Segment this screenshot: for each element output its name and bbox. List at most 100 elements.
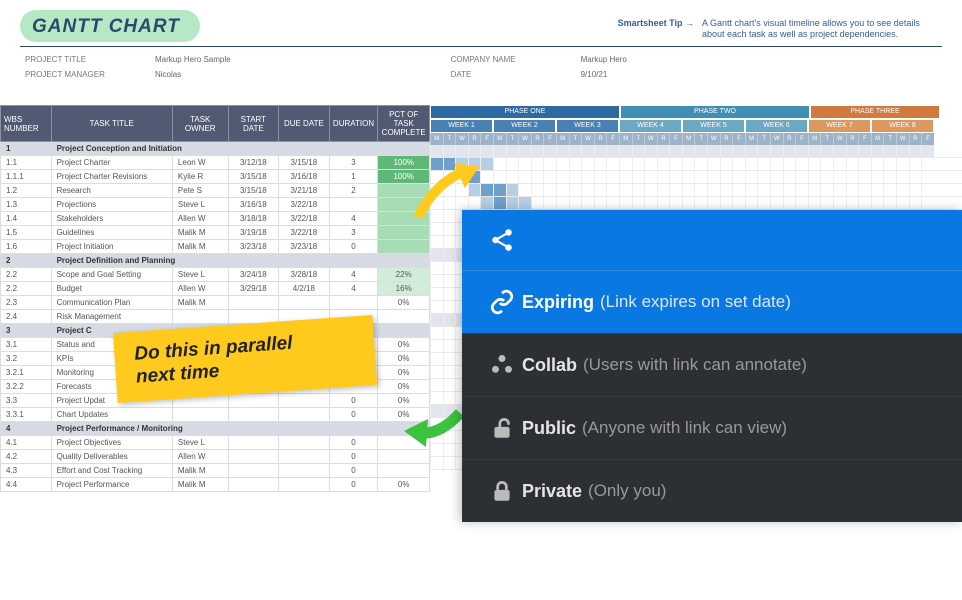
gantt-row	[430, 158, 962, 171]
table-row[interactable]: 3.3.1Chart Updates00%	[1, 408, 430, 422]
col-task: TASK TITLE	[51, 106, 172, 142]
table-row[interactable]: 1.2ResearchPete S3/15/183/21/182	[1, 184, 430, 198]
table-row[interactable]: 4Project Performance / Monitoring	[1, 422, 430, 436]
col-wbs: WBS NUMBER	[1, 106, 52, 142]
day-label: W	[455, 133, 468, 145]
share-desc: (Only you)	[588, 481, 666, 501]
day-label: T	[632, 133, 645, 145]
week-label: WEEK 8	[871, 119, 934, 133]
col-start: START DATE	[228, 106, 279, 142]
day-label: T	[443, 133, 456, 145]
day-label: T	[694, 133, 707, 145]
share-icon	[482, 227, 522, 253]
week-label: WEEK 4	[619, 119, 682, 133]
phase-label: PHASE TWO	[620, 105, 810, 119]
lock-icon	[482, 478, 522, 504]
share-header[interactable]	[462, 210, 962, 270]
meta-label: PROJECT MANAGER	[25, 70, 125, 79]
day-label: T	[883, 133, 896, 145]
table-row[interactable]: 4.2Quality DeliverablesAllen W0	[1, 450, 430, 464]
table-row[interactable]: 2.2BudgetAllen W3/29/184/2/18416%	[1, 282, 430, 296]
day-label: W	[896, 133, 909, 145]
note-text: next time	[135, 361, 220, 388]
table-row[interactable]: 1.5GuidelinesMalik M3/19/183/22/183	[1, 226, 430, 240]
table-row[interactable]: 2.2Scope and Goal SettingSteve L3/24/183…	[1, 268, 430, 282]
gantt-row	[430, 145, 962, 158]
day-label: F	[795, 133, 808, 145]
day-label: M	[745, 133, 758, 145]
day-label: R	[783, 133, 796, 145]
tip-text: A Gantt chart's visual timeline allows y…	[702, 18, 932, 40]
day-label: F	[543, 133, 556, 145]
table-row[interactable]: 1.3ProjectionsSteve L3/16/183/22/18	[1, 198, 430, 212]
phase-label: PHASE ONE	[430, 105, 620, 119]
collab-icon	[482, 352, 522, 378]
page-title: GANTT CHART	[20, 10, 200, 42]
day-label: M	[808, 133, 821, 145]
week-label: WEEK 6	[745, 119, 808, 133]
day-label: T	[569, 133, 582, 145]
table-row[interactable]: 4.4Project PerformanceMalik M00%	[1, 478, 430, 492]
share-option-collab[interactable]: Collab (Users with link can annotate)	[462, 333, 962, 396]
day-label: F	[606, 133, 619, 145]
col-due: DUE DATE	[279, 106, 330, 142]
day-label: W	[833, 133, 846, 145]
table-row[interactable]: 1.1.1Project Charter RevisionsKylie R3/1…	[1, 170, 430, 184]
day-label: F	[480, 133, 493, 145]
day-label: R	[720, 133, 733, 145]
meta-label: COMPANY NAME	[451, 55, 551, 64]
share-option-public[interactable]: Public (Anyone with link can view)	[462, 396, 962, 459]
arrow-annotation-icon	[400, 395, 470, 455]
table-row[interactable]: 1.4StakeholdersAllen W3/18/183/22/184	[1, 212, 430, 226]
share-label: Public	[522, 418, 576, 439]
unlock-icon	[482, 415, 522, 441]
link-icon	[482, 289, 522, 315]
meta-value: Markup Hero	[581, 55, 627, 64]
day-label: R	[846, 133, 859, 145]
day-label: F	[858, 133, 871, 145]
day-label: M	[871, 133, 884, 145]
share-option-private[interactable]: Private (Only you)	[462, 459, 962, 522]
col-dur: DURATION	[329, 106, 378, 142]
day-label: M	[682, 133, 695, 145]
meta-value: Markup Hero Sample	[155, 55, 231, 64]
day-label: W	[644, 133, 657, 145]
col-pct: PCT OF TASK COMPLETE	[378, 106, 430, 142]
week-label: WEEK 7	[808, 119, 871, 133]
share-label: Collab	[522, 355, 577, 376]
table-row[interactable]: 2.3Communication PlanMalik M0%	[1, 296, 430, 310]
col-owner: TASK OWNER	[172, 106, 228, 142]
table-row[interactable]: 4.3Effort and Cost TrackingMalik M0	[1, 464, 430, 478]
gantt-row	[430, 184, 962, 197]
share-desc: (Users with link can annotate)	[583, 355, 807, 375]
day-label: F	[669, 133, 682, 145]
week-label: WEEK 3	[556, 119, 619, 133]
day-label: W	[518, 133, 531, 145]
day-label: M	[619, 133, 632, 145]
table-row[interactable]: 2Project Definition and Planning	[1, 254, 430, 268]
day-label: T	[820, 133, 833, 145]
phase-label: PHASE THREE	[810, 105, 940, 119]
table-row[interactable]: 4.1Project ObjectivesSteve L0	[1, 436, 430, 450]
tip-label: Smartsheet Tip →	[618, 18, 694, 28]
day-label: W	[770, 133, 783, 145]
task-table: WBS NUMBER TASK TITLE TASK OWNER START D…	[0, 105, 430, 492]
day-label: M	[493, 133, 506, 145]
meta-value: Nicolas	[155, 70, 181, 79]
meta-label: PROJECT TITLE	[25, 55, 125, 64]
day-label: T	[506, 133, 519, 145]
note-text: Do this in parallel	[134, 333, 293, 365]
day-label: R	[531, 133, 544, 145]
day-label: M	[430, 133, 443, 145]
share-desc: (Link expires on set date)	[600, 292, 791, 312]
day-label: F	[921, 133, 934, 145]
week-label: WEEK 1	[430, 119, 493, 133]
table-row[interactable]: 1Project Conception and Initiation	[1, 142, 430, 156]
table-row[interactable]: 1.1Project CharterLeon W3/12/183/15/1831…	[1, 156, 430, 170]
share-label: Private	[522, 481, 582, 502]
day-label: F	[732, 133, 745, 145]
table-row[interactable]: 1.6Project InitiationMalik M3/23/183/23/…	[1, 240, 430, 254]
tip: Smartsheet Tip → A Gantt chart's visual …	[618, 18, 932, 40]
day-label: R	[657, 133, 670, 145]
share-option-expiring[interactable]: Expiring (Link expires on set date)	[462, 270, 962, 333]
